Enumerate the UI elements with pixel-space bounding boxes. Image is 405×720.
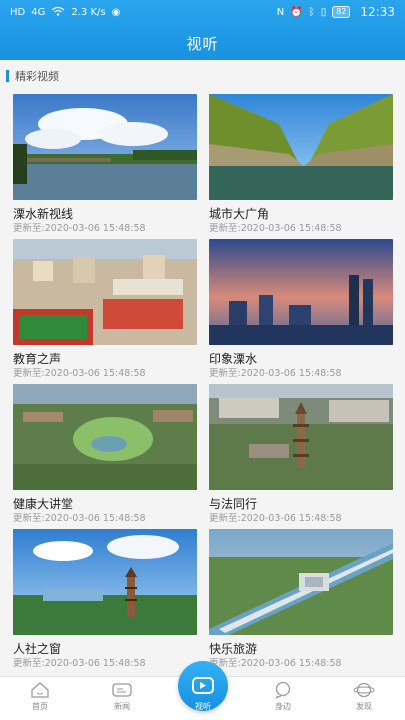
- video-thumbnail[interactable]: [209, 94, 393, 200]
- page-title: 视听: [186, 35, 219, 53]
- section-title: 精彩视频: [15, 70, 59, 83]
- video-thumbnail[interactable]: [209, 239, 393, 345]
- video-thumbnail[interactable]: [209, 384, 393, 490]
- eye-icon: ◉: [111, 6, 121, 18]
- news-icon: [111, 681, 133, 699]
- video-updated: 更新至:2020-03-06 15:48:58: [13, 223, 146, 234]
- video-card[interactable]: 健康大讲堂 更新至:2020-03-06 15:48:58: [13, 384, 197, 524]
- video-card[interactable]: 人社之窗 更新至:2020-03-06 15:48:58: [13, 529, 197, 669]
- bottom-navigation: 首页 新闻 视听 身边 发现: [0, 661, 405, 720]
- alarm-icon: ⏰: [290, 6, 303, 18]
- video-updated: 更新至:2020-03-06 15:48:58: [13, 368, 146, 379]
- video-card[interactable]: 印象溧水 更新至:2020-03-06 15:48:58: [209, 239, 393, 379]
- nfc-icon: N: [276, 6, 285, 18]
- nav-discover-label: 发现: [356, 702, 372, 711]
- video-thumbnail[interactable]: [13, 384, 197, 490]
- video-updated: 更新至:2020-03-06 15:48:58: [13, 658, 146, 669]
- battery-indicator: 82: [332, 6, 351, 18]
- video-card[interactable]: 教育之声 更新至:2020-03-06 15:48:58: [13, 239, 197, 379]
- video-thumbnail[interactable]: [13, 239, 197, 345]
- section-header: 精彩视频: [6, 68, 59, 84]
- video-thumbnail[interactable]: [13, 94, 197, 200]
- bluetooth-icon: ᛒ: [308, 6, 315, 18]
- nearby-icon: [272, 681, 294, 699]
- status-bar: HD 4G 2.3 K/s ◉ N ⏰ ᛒ ▯ 82 12:33: [0, 0, 405, 24]
- nav-news-label: 新闻: [114, 702, 130, 711]
- network-type: HD: [10, 6, 26, 18]
- video-card[interactable]: 与法同行 更新至:2020-03-06 15:48:58: [209, 384, 393, 524]
- discover-icon: [353, 681, 375, 699]
- wifi-icon: [51, 6, 65, 19]
- video-card[interactable]: 城市大广角 更新至:2020-03-06 15:48:58: [209, 94, 393, 234]
- video-updated: 更新至:2020-03-06 15:48:58: [209, 513, 342, 524]
- video-updated: 更新至:2020-03-06 15:48:58: [209, 658, 342, 669]
- nav-nearby[interactable]: 身边: [253, 681, 313, 712]
- net-speed: 2.3 K/s: [71, 6, 106, 18]
- home-icon: [29, 681, 51, 699]
- clock: 12:33: [360, 5, 395, 19]
- video-updated: 更新至:2020-03-06 15:48:58: [13, 513, 146, 524]
- video-thumbnail[interactable]: [13, 529, 197, 635]
- section-accent-bar: [6, 70, 9, 82]
- nav-video-label: 视听: [195, 702, 211, 711]
- nav-nearby-label: 身边: [275, 702, 291, 711]
- video-updated: 更新至:2020-03-06 15:48:58: [209, 368, 342, 379]
- nav-home[interactable]: 首页: [10, 681, 70, 712]
- video-card[interactable]: 快乐旅游 更新至:2020-03-06 15:48:58: [209, 529, 393, 669]
- nav-home-label: 首页: [32, 702, 48, 711]
- nav-news[interactable]: 新闻: [92, 681, 152, 712]
- video-updated: 更新至:2020-03-06 15:48:58: [209, 223, 342, 234]
- top-bar: HD 4G 2.3 K/s ◉ N ⏰ ᛒ ▯ 82 12:33 视听: [0, 0, 405, 60]
- video-thumbnail[interactable]: [209, 529, 393, 635]
- signal-icon: 4G: [31, 6, 46, 18]
- vibrate-icon: ▯: [320, 6, 327, 18]
- video-card[interactable]: 溧水新视线 更新至:2020-03-06 15:48:58: [13, 94, 197, 234]
- nav-discover[interactable]: 发现: [334, 681, 394, 712]
